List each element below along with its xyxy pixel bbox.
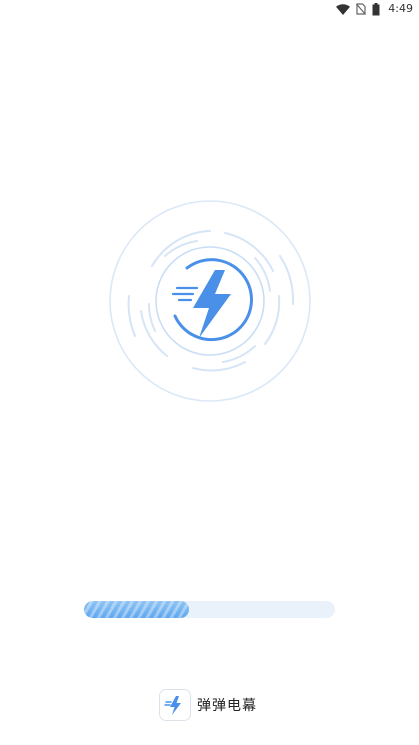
status-icons: 4:49 — [336, 2, 413, 16]
status-bar: 4:49 — [0, 0, 419, 18]
loading-progress-fill — [84, 601, 189, 618]
speed-lines — [171, 286, 199, 302]
charging-illustration — [109, 200, 311, 402]
app-logo — [159, 689, 191, 721]
lightning-bolt-icon — [164, 696, 181, 715]
lightning-bolt-icon — [193, 270, 231, 338]
app-name: 弹弹电幕 — [197, 698, 257, 714]
app-brand: 弹弹电幕 — [159, 688, 257, 722]
battery-icon — [372, 2, 380, 15]
status-time: 4:49 — [388, 2, 413, 15]
loading-progress-bar — [84, 601, 335, 618]
no-sim-icon — [356, 3, 367, 15]
wifi-icon — [336, 3, 351, 15]
splash-screen: 4:49 弹弹电幕 — [0, 0, 419, 745]
